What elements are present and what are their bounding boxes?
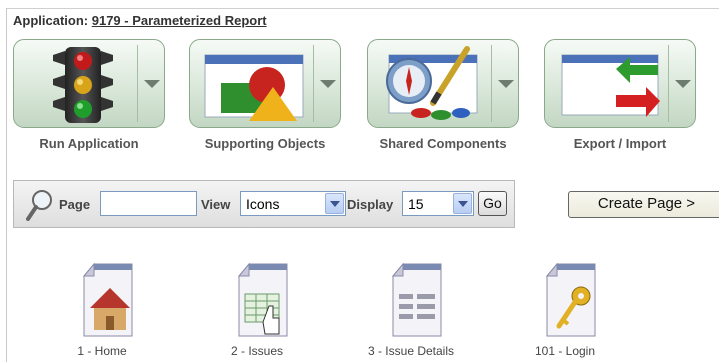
view-label: View [201, 197, 231, 212]
home-page-icon [82, 262, 133, 337]
header-border [6, 8, 719, 9]
page-label: Page [59, 197, 91, 212]
compass-brush-icon [381, 43, 487, 125]
page-label: 101 - Login [534, 344, 596, 358]
page-search-input[interactable] [100, 191, 197, 216]
report-page-icon [237, 262, 288, 337]
create-page-button[interactable]: Create Page > [568, 191, 719, 218]
run-application-button[interactable]: Run Application [13, 39, 165, 159]
page-label: 3 - Issue Details [367, 344, 455, 358]
chevron-down-icon[interactable] [453, 193, 472, 214]
application-title: Application: 9179 - Parameterized Report [13, 13, 267, 28]
chevron-down-icon[interactable] [675, 80, 691, 88]
button-divider [491, 45, 492, 122]
button-divider [668, 45, 669, 122]
page-item-login[interactable]: 101 - Login [505, 262, 625, 362]
display-select-value: 15 [408, 196, 424, 212]
chevron-down-icon[interactable] [325, 193, 344, 214]
button-divider [137, 45, 138, 122]
go-button[interactable]: Go [478, 191, 507, 216]
traffic-light-icon [27, 43, 133, 125]
button-divider [313, 45, 314, 122]
button-label: Export / Import [573, 136, 667, 151]
chevron-down-icon[interactable] [320, 80, 336, 88]
page-item-issues[interactable]: 2 - Issues [197, 262, 317, 362]
page-search-bar: Page View Icons Display 15 Go [13, 180, 515, 228]
button-label: Run Application [39, 136, 139, 151]
shared-components-button[interactable]: Shared Components [367, 39, 519, 159]
left-border [6, 8, 7, 362]
display-select[interactable]: 15 [402, 191, 474, 216]
export-import-button[interactable]: Export / Import [544, 39, 696, 159]
application-prefix: Application: [13, 13, 89, 28]
search-icon [26, 189, 54, 226]
page-item-home[interactable]: 1 - Home [42, 262, 162, 362]
display-label: Display [347, 197, 394, 212]
export-import-arrows-icon [558, 43, 664, 125]
application-link[interactable]: 9179 - Parameterized Report [92, 13, 267, 28]
supporting-objects-button[interactable]: Supporting Objects [189, 39, 341, 159]
button-label: Shared Components [379, 136, 507, 151]
page-item-issue-details[interactable]: 3 - Issue Details [351, 262, 471, 362]
shapes-icon [203, 43, 309, 125]
page-label: 1 - Home [77, 344, 127, 358]
view-select[interactable]: Icons [240, 191, 346, 216]
view-select-value: Icons [246, 196, 280, 212]
chevron-down-icon[interactable] [144, 80, 160, 88]
form-page-icon [391, 262, 442, 337]
page-label: 2 - Issues [230, 344, 284, 358]
login-key-icon [545, 262, 596, 337]
chevron-down-icon[interactable] [498, 80, 514, 88]
button-label: Supporting Objects [204, 136, 326, 151]
